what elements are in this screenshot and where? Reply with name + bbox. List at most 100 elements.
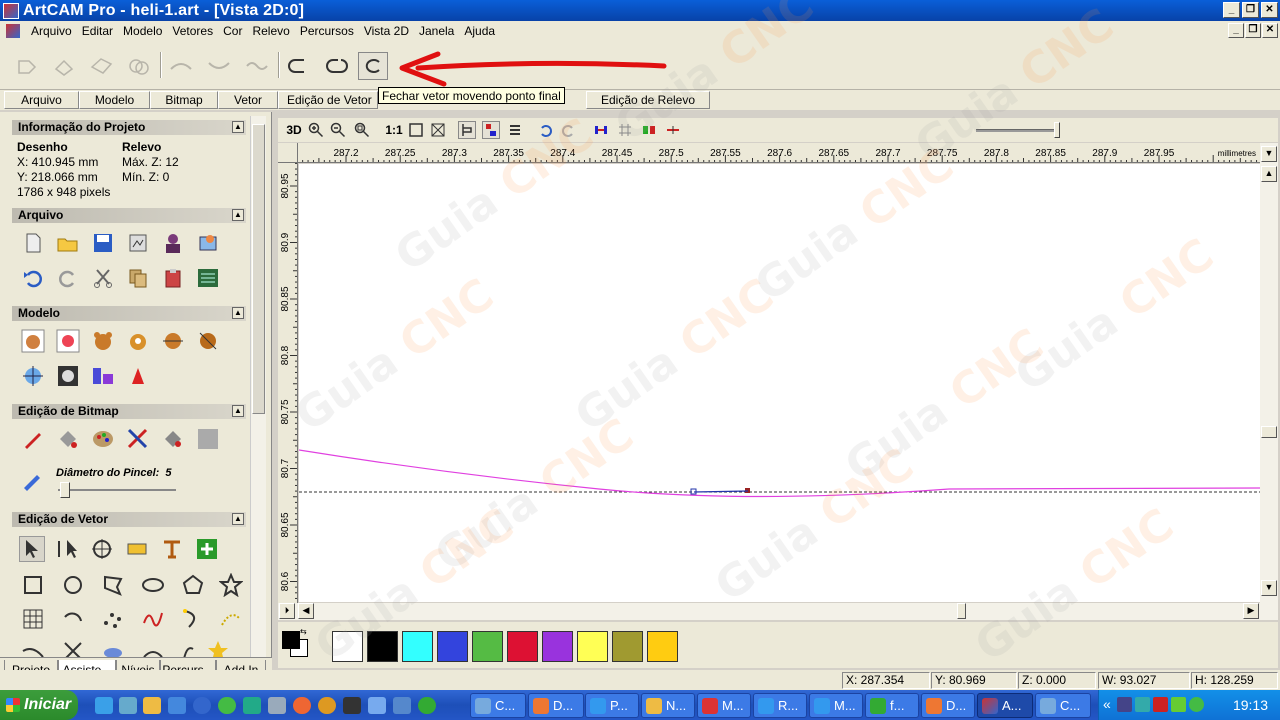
panel-scrollbar[interactable] bbox=[250, 116, 266, 657]
collapse-icon[interactable]: ▲ bbox=[232, 513, 244, 525]
taskbar-button-3[interactable]: P... bbox=[585, 693, 639, 718]
quicklaunch-window-icon[interactable] bbox=[393, 697, 411, 714]
quicklaunch-folder-icon[interactable] bbox=[143, 697, 161, 714]
vector-cmd-5-icon[interactable] bbox=[166, 52, 196, 80]
model-relief-icon[interactable] bbox=[125, 328, 151, 354]
grid-display-icon[interactable] bbox=[616, 121, 634, 139]
tray-shield-icon[interactable] bbox=[1171, 697, 1186, 712]
color-swatch[interactable] bbox=[332, 631, 363, 662]
polygon-icon[interactable] bbox=[180, 572, 206, 598]
quicklaunch-firefox-icon[interactable] bbox=[293, 697, 311, 714]
close-vector-move-endpoint-icon[interactable] bbox=[358, 52, 388, 80]
section-edicao-vetor[interactable]: Edição de Vetor ▲ bbox=[12, 512, 246, 527]
color-selector[interactable]: ⇆ bbox=[282, 628, 309, 657]
brush-swap-icon[interactable] bbox=[125, 426, 151, 452]
menu-percursos[interactable]: Percursos bbox=[295, 24, 359, 38]
taskbar-button-6[interactable]: R... bbox=[753, 693, 807, 718]
model-gradient-icon[interactable] bbox=[90, 363, 116, 389]
taskbar-button-2[interactable]: D... bbox=[528, 693, 584, 718]
new-file-icon[interactable] bbox=[20, 230, 46, 256]
snap-icon[interactable] bbox=[640, 121, 658, 139]
palette-icon[interactable] bbox=[90, 426, 116, 452]
zoom-window-icon[interactable] bbox=[354, 121, 370, 139]
transform-icon[interactable] bbox=[89, 536, 115, 562]
fill-icon[interactable] bbox=[160, 426, 186, 452]
minimize-button[interactable]: _ bbox=[1223, 2, 1240, 18]
dotted-spline-icon[interactable] bbox=[218, 606, 244, 632]
swap-colors-icon[interactable]: ⇆ bbox=[300, 628, 309, 636]
open-folder-icon[interactable] bbox=[55, 230, 81, 256]
model-teddy-icon[interactable] bbox=[90, 328, 116, 354]
taskbar-button-artcam[interactable]: A... bbox=[977, 693, 1033, 718]
vector-cmd-7-icon[interactable] bbox=[242, 52, 272, 80]
model-flip-icon[interactable] bbox=[195, 328, 221, 354]
zoom-extents-icon[interactable] bbox=[430, 121, 446, 139]
quicklaunch-cam-icon[interactable] bbox=[368, 697, 386, 714]
brush-icon[interactable] bbox=[20, 466, 46, 492]
person-model-icon[interactable] bbox=[160, 230, 186, 256]
quicklaunch-app-icon[interactable] bbox=[168, 697, 186, 714]
vector-curve[interactable] bbox=[299, 449, 1260, 498]
quicklaunch-media-icon[interactable] bbox=[193, 697, 211, 714]
doc-close-button[interactable]: ✕ bbox=[1262, 23, 1278, 38]
collapse-icon[interactable]: ▲ bbox=[232, 405, 244, 417]
quicklaunch-globe-icon[interactable] bbox=[418, 697, 436, 714]
model-arrow-icon[interactable] bbox=[160, 328, 186, 354]
redo-icon[interactable] bbox=[55, 265, 81, 291]
star-icon[interactable] bbox=[218, 572, 244, 598]
copy-icon[interactable] bbox=[125, 265, 151, 291]
ellipse-icon[interactable] bbox=[140, 572, 166, 598]
close-button[interactable]: ✕ bbox=[1261, 2, 1278, 18]
menu-cor[interactable]: Cor bbox=[218, 24, 247, 38]
maximize-button[interactable]: ❐ bbox=[1242, 2, 1259, 18]
collapse-icon[interactable]: ▲ bbox=[232, 307, 244, 319]
tab-bitmap[interactable]: Bitmap bbox=[150, 91, 218, 109]
zoom-out-icon[interactable] bbox=[330, 121, 346, 139]
brush-slider-track[interactable] bbox=[58, 489, 176, 491]
rectangle-icon[interactable] bbox=[20, 572, 46, 598]
artcam-app-icon[interactable] bbox=[3, 2, 19, 19]
import-icon[interactable] bbox=[125, 230, 151, 256]
quicklaunch-ie-icon[interactable] bbox=[95, 697, 113, 714]
color-swatch[interactable] bbox=[577, 631, 608, 662]
menu-editar[interactable]: Editar bbox=[77, 24, 118, 38]
menu-arquivo[interactable]: Arquivo bbox=[26, 24, 77, 38]
color-swatch[interactable] bbox=[437, 631, 468, 662]
scroll-page-left-button[interactable]: ⏵ bbox=[279, 603, 295, 619]
taskbar-button-9[interactable]: D... bbox=[921, 693, 975, 718]
section-modelo[interactable]: Modelo ▲ bbox=[12, 306, 246, 321]
vector-cmd-2-icon[interactable] bbox=[50, 52, 80, 80]
quicklaunch-desktop-icon[interactable] bbox=[119, 697, 137, 714]
scroll-right-button[interactable]: ▶ bbox=[1243, 603, 1259, 619]
vector-drawing[interactable] bbox=[299, 164, 1260, 602]
spline-icon[interactable] bbox=[180, 606, 206, 632]
guide-icon[interactable] bbox=[664, 121, 682, 139]
close-vector-icon[interactable] bbox=[284, 52, 314, 80]
node-edit-icon[interactable] bbox=[54, 536, 80, 562]
export-icon[interactable] bbox=[195, 230, 221, 256]
brush-slider-thumb[interactable] bbox=[60, 482, 70, 498]
tray-messenger-icon[interactable] bbox=[1189, 697, 1204, 712]
tab-edicao-de-relevo[interactable]: Edição de Relevo bbox=[586, 91, 710, 109]
model-bear-icon[interactable] bbox=[20, 328, 46, 354]
quicklaunch-a-icon[interactable] bbox=[243, 697, 261, 714]
scroll-left-button[interactable]: ◀ bbox=[298, 603, 314, 619]
tab-arquivo[interactable]: Arquivo bbox=[4, 91, 79, 109]
pencil-icon[interactable] bbox=[20, 426, 46, 452]
drawing-canvas[interactable] bbox=[299, 164, 1260, 602]
add-icon[interactable] bbox=[194, 536, 220, 562]
doc-minimize-button[interactable]: _ bbox=[1228, 23, 1244, 38]
menu-janela[interactable]: Janela bbox=[414, 24, 459, 38]
panel-scroll-thumb[interactable] bbox=[252, 124, 265, 414]
doc-restore-button[interactable]: ❐ bbox=[1245, 23, 1261, 38]
view-undo-icon[interactable] bbox=[536, 121, 554, 139]
vector-cmd-3-icon[interactable] bbox=[87, 52, 117, 80]
zoom-fit-icon[interactable] bbox=[408, 121, 424, 139]
tray-sync-icon[interactable] bbox=[1135, 697, 1150, 712]
view-slider-track[interactable] bbox=[976, 129, 1056, 132]
vertical-scroll-thumb[interactable] bbox=[1261, 426, 1277, 438]
vector-cmd-6-icon[interactable] bbox=[204, 52, 234, 80]
bezier-icon[interactable] bbox=[140, 606, 166, 632]
vector-display-icon[interactable] bbox=[482, 121, 500, 139]
tab-vetor[interactable]: Vetor bbox=[218, 91, 278, 109]
